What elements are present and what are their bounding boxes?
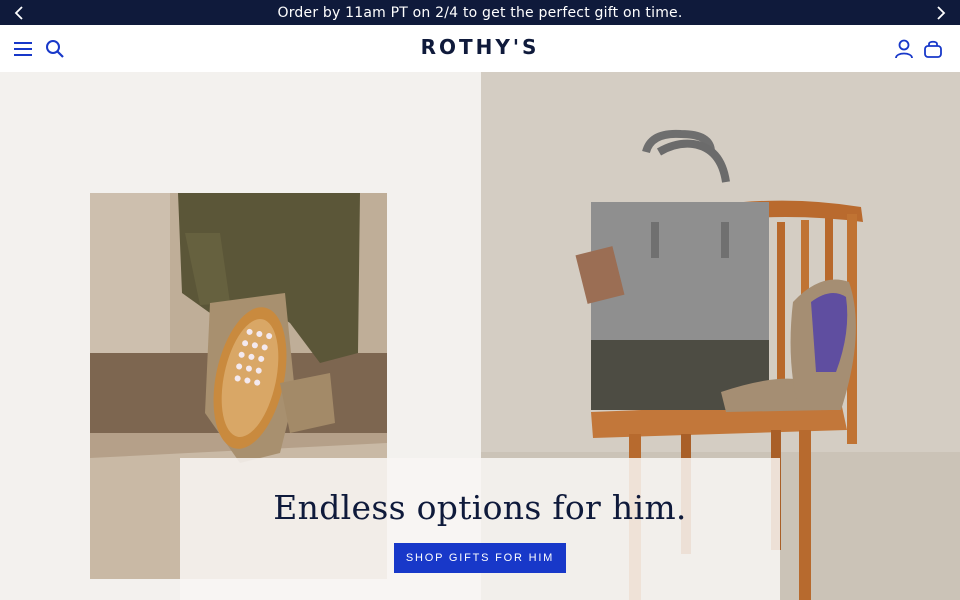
cart-button[interactable] [921, 37, 945, 61]
brand-logo[interactable]: ROTHY'S [0, 35, 960, 59]
chevron-left-icon [14, 5, 23, 20]
hero-promo-card: Endless options for him. SHOP GIFTS FOR … [180, 458, 780, 600]
hero-headline: Endless options for him. [273, 488, 687, 527]
announcement-message: Order by 11am PT on 2/4 to get the perfe… [277, 4, 683, 21]
account-button[interactable] [892, 37, 916, 61]
announcement-prev-button[interactable] [4, 0, 34, 25]
hero-section: Endless options for him. SHOP GIFTS FOR … [0, 72, 960, 600]
announcement-bar: Order by 11am PT on 2/4 to get the perfe… [0, 0, 960, 25]
chevron-right-icon [937, 5, 946, 20]
site-header: ROTHY'S [0, 25, 960, 72]
shop-gifts-for-him-button[interactable]: SHOP GIFTS FOR HIM [393, 543, 567, 573]
announcement-next-button[interactable] [926, 0, 956, 25]
shopping-bag-icon [924, 40, 942, 58]
account-icon [895, 39, 913, 59]
